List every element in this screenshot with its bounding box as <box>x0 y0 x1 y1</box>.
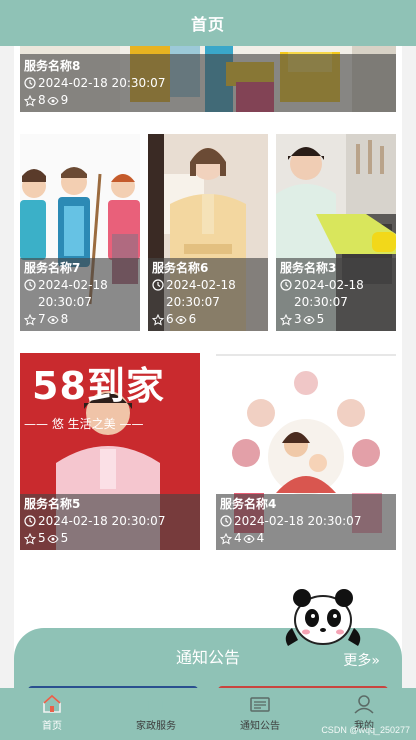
service-name: 服务名称7 <box>24 261 81 275</box>
service-name: 服务名称4 <box>220 497 277 511</box>
eye-icon <box>243 534 255 543</box>
like-count: 3 <box>294 312 302 326</box>
eye-icon <box>175 315 187 324</box>
tab-service[interactable]: 家政服务 <box>104 688 208 740</box>
clock-icon <box>152 279 164 291</box>
service-info: 服务名称8 2024-02-18 20:30:07 8 9 <box>20 54 396 112</box>
like-count: 6 <box>166 312 174 326</box>
star-icon <box>24 94 36 106</box>
service-card-5[interactable]: 58到家 —— 悠 生活之美 —— 服务名称5 2024-02-18 20:30… <box>20 353 200 550</box>
service-info: 服务名称4 2024-02-18 20:30:07 4 4 <box>216 494 396 550</box>
service-card-4[interactable]: 服务名称4 2024-02-18 20:30:07 4 4 <box>216 353 396 550</box>
clock-icon <box>280 279 292 291</box>
star-icon <box>152 313 164 325</box>
service-time: 2024-02-18 20:30:07 <box>294 278 364 309</box>
tab-home[interactable]: 首页 <box>0 688 104 740</box>
service-card-3[interactable]: 服务名称3 2024-02-18 20:30:07 3 5 <box>276 134 396 331</box>
like-count: 8 <box>38 93 46 107</box>
star-icon <box>24 532 36 544</box>
service-time: 2024-02-18 20:30:07 <box>38 278 108 309</box>
clock-icon <box>24 515 36 527</box>
service-time: 2024-02-18 20:30:07 <box>166 278 236 309</box>
view-count: 6 <box>188 312 197 326</box>
notice-icon <box>250 697 270 712</box>
view-count: 5 <box>316 312 325 326</box>
view-count: 9 <box>60 93 69 107</box>
service-time: 2024-02-18 20:30:07 <box>38 514 166 528</box>
banner-subtext: —— 悠 生活之美 —— <box>24 417 144 431</box>
clock-icon <box>220 515 232 527</box>
tab-label: 家政服务 <box>136 721 176 732</box>
tab-label: 通知公告 <box>240 721 280 732</box>
view-count: 4 <box>256 531 265 545</box>
service-info: 服务名称7 2024-02-18 20:30:07 7 8 <box>20 258 140 331</box>
clock-icon <box>24 77 36 89</box>
star-icon <box>220 532 232 544</box>
watermark-text: CSDN @wqq_250277 <box>321 725 410 735</box>
eye-icon <box>303 315 315 324</box>
user-icon <box>354 695 374 714</box>
star-icon <box>280 313 292 325</box>
like-count: 4 <box>234 531 242 545</box>
view-count: 8 <box>60 312 69 326</box>
like-count: 7 <box>38 312 46 326</box>
like-count: 5 <box>38 531 46 545</box>
tab-label: 首页 <box>42 721 62 732</box>
service-name: 服务名称3 <box>280 261 337 275</box>
service-card-8[interactable]: 服务名称8 2024-02-18 20:30:07 8 9 <box>20 46 396 112</box>
eye-icon <box>47 534 59 543</box>
star-icon <box>24 313 36 325</box>
service-time: 2024-02-18 20:30:07 <box>234 514 362 528</box>
service-info: 服务名称6 2024-02-18 20:30:07 6 6 <box>148 258 268 331</box>
clock-icon <box>24 279 36 291</box>
service-name: 服务名称6 <box>152 261 209 275</box>
panda-mascot <box>285 589 361 646</box>
service-name: 服务名称5 <box>24 497 81 511</box>
tab-notice[interactable]: 通知公告 <box>208 688 312 740</box>
service-time: 2024-02-18 20:30:07 <box>38 76 166 90</box>
service-icon <box>148 698 164 712</box>
notice-more-link[interactable]: 更多» <box>343 650 380 670</box>
banner-text: 58到家 <box>32 364 165 408</box>
service-card-6[interactable]: 服务名称6 2024-02-18 20:30:07 6 6 <box>148 134 268 331</box>
home-icon <box>43 694 61 713</box>
eye-icon <box>47 96 59 105</box>
service-name: 服务名称8 <box>24 59 81 73</box>
page-header: 首页 <box>0 0 416 46</box>
page-title: 首页 <box>190 15 225 34</box>
eye-icon <box>47 315 59 324</box>
service-card-7[interactable]: 服务名称7 2024-02-18 20:30:07 7 8 <box>20 134 140 331</box>
view-count: 5 <box>60 531 69 545</box>
service-info: 服务名称3 2024-02-18 20:30:07 3 5 <box>276 258 396 331</box>
service-info: 服务名称5 2024-02-18 20:30:07 5 5 <box>20 494 200 550</box>
